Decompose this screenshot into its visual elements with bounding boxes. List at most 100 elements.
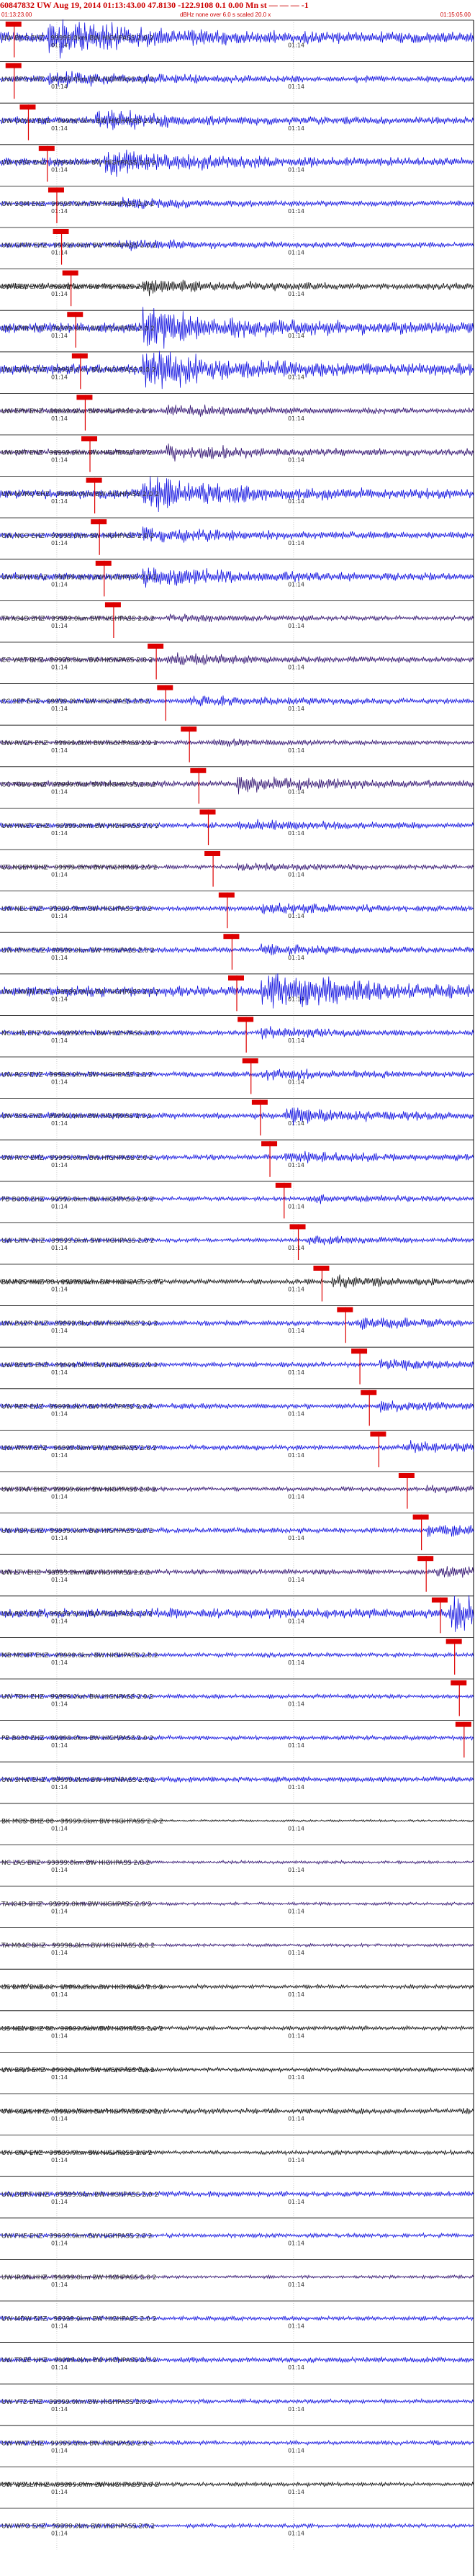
station-label: UW NCO EHZ - 99999.0km BW HIGHPASS 2.0 2 xyxy=(1,533,154,540)
time-tick-label: 01:14 xyxy=(51,166,68,173)
time-tick-label: 01:14 xyxy=(288,1203,304,1210)
time-tick-label: 01:14 xyxy=(51,2157,68,2163)
time-tick-label: 01:14 xyxy=(51,913,68,919)
station-label: UW RER EHZ - 99999.0km BW HIGHPASS 2.0 2 xyxy=(1,1403,153,1410)
phase-pick-flag xyxy=(218,892,235,898)
station-label: UW CRF EHZ - 99999.0km BW HIGHPASS 2.0 2 xyxy=(1,2150,153,2157)
time-tick-label: 01:14 xyxy=(51,1410,68,1417)
station-label: UW LTY EHZ - 99999.0km BW HIGHPASS 2.0 2 xyxy=(1,1570,150,1577)
time-tick-label: 01:14 xyxy=(51,2074,68,2081)
time-tick-label: 01:14 xyxy=(288,2199,304,2205)
trace-row: 01:14 01:14TA A04D BHZ - 99999.0km BW HIG… xyxy=(0,600,474,642)
station-label: UW SQM EHZ - 99999.0km BW HIGHPASS 2.0 2 xyxy=(1,201,154,208)
time-tick-label: 01:14 xyxy=(51,1037,68,1044)
time-tick-label: 01:14 xyxy=(288,955,304,961)
trace-row: 01:14 01:14UW HSR EHZ - 99999.0km BW HIGH… xyxy=(0,1513,474,1555)
trace-row: 01:14 01:14UW IRON HHZ - 99999.0km BW HIG… xyxy=(0,2258,474,2301)
station-label: UW WDLL HHZ - 99999.0km BW HIGHPASS 2.0 … xyxy=(1,2482,159,2489)
time-tick-label: 01:14 xyxy=(288,1328,304,1334)
time-tick-label: 01:14 xyxy=(51,623,68,629)
phase-pick-flag xyxy=(181,726,197,732)
time-tick-label: 01:14 xyxy=(51,1203,68,1210)
trace-row: 01:14 01:14UW CRF EHZ - 99999.0km BW HIGH… xyxy=(0,2135,474,2177)
time-tick-label: 01:14 xyxy=(288,457,304,464)
trace-row: 01:14 01:14UW VT2 EHZ - 99999.0km BW HIGH… xyxy=(0,2383,474,2426)
time-tick-label: 01:14 xyxy=(51,291,68,297)
time-tick-label: 01:14 xyxy=(288,581,304,587)
trace-row: 01:14 01:14UW LRIV BHZ - 99999.0km BW HIG… xyxy=(0,1222,474,1264)
time-tick-label: 01:14 xyxy=(51,415,68,422)
time-tick-label: 01:14 xyxy=(51,2116,68,2122)
station-label: UW FHE EHZ - 99999.0km BW HIGHPASS 2.0 2 xyxy=(1,2233,152,2240)
station-label: UW STAR EHZ - 99999.0km BW HIGHPASS 2.0 … xyxy=(1,1487,156,1494)
time-tick-label: 01:14 xyxy=(288,913,304,919)
station-label: MB MCMT EHZ - 99999.0km BW HIGHPASS 2.0 … xyxy=(1,1652,158,1659)
trace-row: 01:14 01:14CC NGEM BHZ - 99999.0km BW HIG… xyxy=(0,849,474,891)
time-tick-label: 01:14 xyxy=(51,1494,68,1500)
phase-pick-flag xyxy=(242,1058,258,1063)
trace-row: 01:14 01:14CC SEP EHZ - 99999.0km BW HIGH… xyxy=(0,683,474,726)
trace-row: 01:14 01:14UW OPYH EHZ - 99999.0km BW HIG… xyxy=(0,559,474,601)
time-tick-label: 01:14 xyxy=(288,1535,304,1541)
phase-pick-flag xyxy=(67,312,83,318)
station-label: UW BABR BHZ - 99999.0km BW HIGHPASS 2.0 … xyxy=(1,1320,158,1328)
time-tick-label: 01:14 xyxy=(51,581,68,587)
trace-row: 01:14 01:14UW TDH EHZ - 99999.0km BW HIGH… xyxy=(0,1678,474,1721)
phase-pick-flag xyxy=(71,353,88,359)
phase-pick-flag xyxy=(351,1348,368,1354)
phase-pick-flag xyxy=(104,602,121,608)
phase-pick-flag xyxy=(261,1141,278,1147)
trace-row: 01:14 01:14NC LHE EHZ 02 - 99999.0km BW H… xyxy=(0,1015,474,1057)
trace-row: 01:14 01:14UW SHW EHZ - 99999.0km BW HIGH… xyxy=(0,1761,474,1803)
phase-pick-flag xyxy=(412,1514,429,1520)
time-tick-label: 01:14 xyxy=(288,1784,304,1791)
station-label: UW RCS EHZ - 99999.0km BW HIGHPASS 2.0 2 xyxy=(1,1072,153,1079)
time-tick-label: 01:14 xyxy=(51,830,68,837)
phase-pick-flag xyxy=(370,1431,386,1437)
trace-row: 01:14 01:14UW WPO EHZ - 99999.0km BW HIGH… xyxy=(0,2508,474,2550)
time-tick-label: 01:14 xyxy=(51,2282,68,2288)
phase-pick-flag xyxy=(275,1182,291,1188)
time-tick-label: 01:14 xyxy=(51,1287,68,1293)
phase-pick-flag xyxy=(445,1639,462,1644)
station-label: UW MDW EHZ - 99999.0km BW HIGHPASS 2.0 2 xyxy=(1,2316,156,2323)
trace-row: 01:14 01:14UW GMW EHZ - 99999.0km BW HIGH… xyxy=(0,227,474,269)
phase-pick-flag xyxy=(199,809,216,815)
trace-row: 01:14 01:14TA M04C BHZ - 99999.0km BW HIG… xyxy=(0,1927,474,1970)
station-label: UW FRSP EHZ - 99999.0km BW HIGHPASS 2.0 … xyxy=(1,159,155,166)
time-tick-label: 01:14 xyxy=(288,166,304,173)
trace-row: 01:14 01:14PB B005 EHZ - 99999.0km BW HIG… xyxy=(0,1181,474,1223)
time-tick-label: 01:14 xyxy=(288,540,304,546)
trace-row: 01:14 01:14CC TGBU BHZ - 99999.0km BW HIG… xyxy=(0,766,474,809)
station-label: NC LAS EHZ - 99999.0km BW HIGHPASS 2.0 2 xyxy=(1,1860,150,1867)
phase-pick-flag xyxy=(398,1473,415,1478)
phase-pick-flag xyxy=(223,934,240,940)
trace-row: 01:14 01:14UW RPHI EHZ - 99999.0km BW HIG… xyxy=(0,932,474,974)
station-label: PB B005 EHZ - 99999.0km BW HIGHPASS 2.0 … xyxy=(1,1196,153,1203)
station-label: US BMO BHZ 00 - 99999.0km BW HIGHPASS 2.… xyxy=(1,1984,163,1991)
trace-row: 01:14 01:14UW SSS EHZ - 99999.0km BW HIGH… xyxy=(0,1098,474,1140)
time-tick-label: 01:14 xyxy=(288,1577,304,1583)
trace-row: 01:14 01:14UW NEL EHZ - 99999.0km BW HIGH… xyxy=(0,891,474,933)
trace-row: 01:14 01:14UW RVO EHZ - 99999.0km BW HIGH… xyxy=(0,1139,474,1181)
time-tick-label: 01:14 xyxy=(288,125,304,132)
phase-pick-flag xyxy=(337,1307,353,1312)
time-tick-label: 01:14 xyxy=(288,1037,304,1044)
time-tick-label: 01:14 xyxy=(288,2406,304,2413)
time-tick-label: 01:14 xyxy=(288,291,304,297)
time-tick-label: 01:14 xyxy=(51,250,68,256)
phase-pick-flag xyxy=(38,145,55,151)
trace-row: 01:14 01:14UW RVC EHZ - 99999.0km BW HIGH… xyxy=(0,1595,474,1638)
time-tick-label: 01:14 xyxy=(288,2323,304,2330)
station-label: UW WPO EHZ - 99999.0km BW HIGHPASS 2.0 2 xyxy=(1,2523,155,2531)
time-tick-label: 01:14 xyxy=(51,955,68,961)
station-label: TA A04D BHZ - 99999.0km BW HIGHPASS 2.0 … xyxy=(1,616,154,623)
trace-row: 01:14 01:14UW HWET EHZ - 99999.0km BW HIG… xyxy=(0,808,474,850)
time-tick-label: 01:14 xyxy=(51,2032,68,2039)
station-label: UW WRW EHZ - 99999.0km BW HIGHPASS 2.0 2 xyxy=(1,1445,157,1452)
station-label: UW RPHI EHZ - 99999.0km BW HIGHPASS 2.0 … xyxy=(1,947,155,955)
time-tick-label: 01:14 xyxy=(288,788,304,795)
time-tick-label: 01:14 xyxy=(51,1079,68,1086)
phase-pick-flag xyxy=(228,975,244,981)
time-tick-label: 01:14 xyxy=(51,872,68,878)
